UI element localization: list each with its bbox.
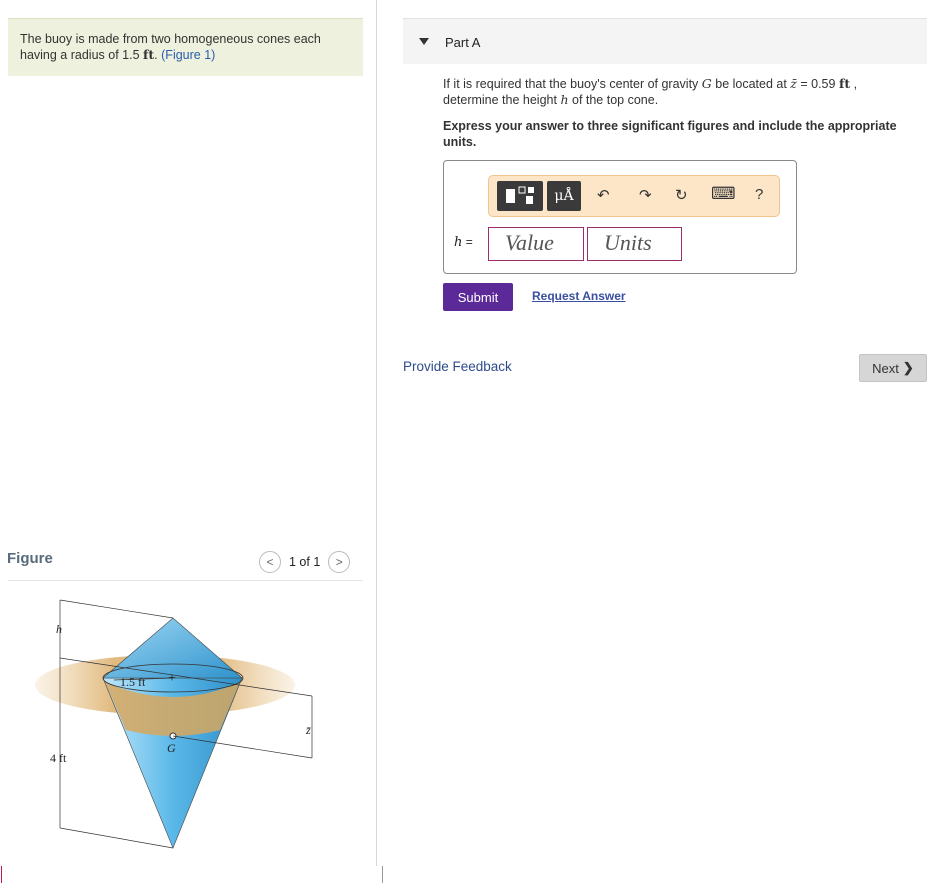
problem-period: . bbox=[154, 48, 158, 62]
question-pre: If it is required that the buoy's center… bbox=[443, 77, 702, 91]
centroid-plus: + bbox=[168, 671, 176, 686]
problem-statement: The buoy is made from two homogeneous co… bbox=[8, 18, 363, 76]
templates-icon bbox=[506, 186, 534, 204]
figure-divider bbox=[8, 580, 363, 581]
provide-feedback-link[interactable]: Provide Feedback bbox=[403, 359, 512, 374]
prev-figure-button[interactable]: < bbox=[259, 551, 281, 573]
answer-box: μÅ ↶ ↷ ↻ ⌨ ? h = Value Units bbox=[443, 160, 797, 274]
value-input[interactable]: Value bbox=[488, 227, 584, 261]
label-h: h bbox=[56, 622, 62, 636]
reset-icon[interactable]: ↻ bbox=[675, 186, 688, 204]
redo-icon[interactable]: ↷ bbox=[639, 186, 652, 204]
request-answer-link[interactable]: Request Answer bbox=[532, 289, 626, 303]
question-line2-pre: determine the height bbox=[443, 93, 561, 107]
buoy-figure: 1.5 ft + h 4 ft G z̄ bbox=[35, 599, 313, 849]
answer-label: h = bbox=[454, 235, 473, 250]
question-eq: = 0.59 bbox=[796, 77, 839, 91]
units-icon: μÅ bbox=[554, 188, 574, 204]
label-g: G bbox=[167, 741, 176, 755]
instruction-text: Express your answer to three significant… bbox=[443, 119, 897, 149]
units-input[interactable]: Units bbox=[587, 227, 682, 261]
left-scroll-marker bbox=[1, 866, 2, 883]
figure-link[interactable]: (Figure 1) bbox=[161, 48, 215, 62]
units-button[interactable]: μÅ bbox=[547, 181, 581, 211]
var-zbar: z̄ bbox=[790, 76, 797, 91]
chevron-left-icon: < bbox=[266, 555, 274, 569]
next-figure-button[interactable]: > bbox=[328, 551, 351, 573]
left-panel: The buoy is made from two homogeneous co… bbox=[0, 0, 376, 883]
label-zbar: z̄ bbox=[305, 723, 311, 737]
ref-line-top bbox=[59, 599, 174, 619]
ref-line-bottom bbox=[59, 827, 174, 849]
collapse-triangle-icon bbox=[419, 38, 429, 45]
question-text: If it is required that the buoy's center… bbox=[443, 76, 913, 108]
help-icon[interactable]: ? bbox=[755, 186, 763, 203]
keyboard-icon[interactable]: ⌨ bbox=[711, 184, 736, 204]
figure-pagination: < 1 of 1 > bbox=[259, 550, 351, 574]
submit-button[interactable]: Submit bbox=[443, 283, 513, 311]
var-g: G bbox=[701, 76, 712, 91]
radius-label: 1.5 ft bbox=[120, 675, 146, 689]
templates-button[interactable] bbox=[497, 181, 543, 211]
undo-icon[interactable]: ↶ bbox=[597, 186, 610, 204]
problem-unit: ft bbox=[143, 47, 155, 62]
question-mid: be located at bbox=[711, 77, 791, 91]
answer-eq: = bbox=[462, 235, 473, 249]
top-cone bbox=[102, 617, 243, 679]
next-button[interactable]: Next ❯ bbox=[859, 354, 927, 382]
question-line2-post: of the top cone. bbox=[568, 93, 659, 107]
chevron-right-icon: > bbox=[335, 555, 343, 569]
panel-divider bbox=[376, 0, 377, 866]
next-label: Next bbox=[872, 360, 899, 376]
part-a-header[interactable]: Part A bbox=[403, 18, 927, 64]
question-comma: , bbox=[850, 77, 858, 91]
question-unit: ft bbox=[838, 76, 851, 91]
label-4ft: 4 ft bbox=[50, 751, 67, 765]
part-title: Part A bbox=[445, 35, 481, 50]
figure-heading: Figure bbox=[7, 550, 53, 567]
divider-foot bbox=[382, 866, 383, 883]
math-toolbar: μÅ ↶ ↷ ↻ ⌨ ? bbox=[488, 175, 780, 217]
figure-page-count: 1 of 1 bbox=[289, 555, 321, 569]
var-h: h bbox=[560, 92, 569, 107]
chevron-right-icon: ❯ bbox=[902, 360, 914, 375]
